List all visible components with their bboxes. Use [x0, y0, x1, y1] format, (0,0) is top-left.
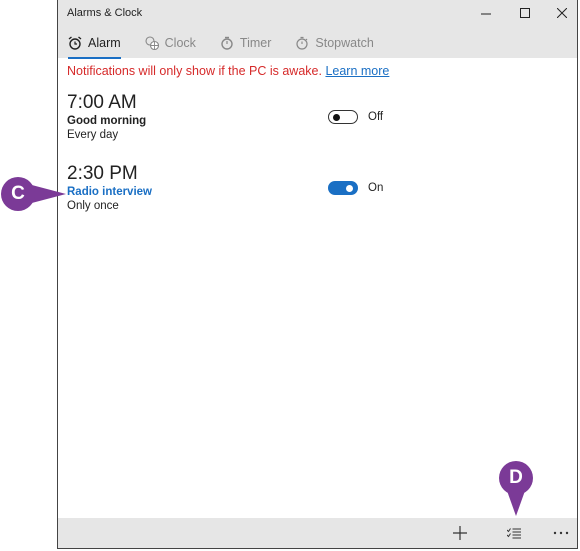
- timer-icon: [221, 36, 233, 50]
- toggle-switch-on[interactable]: [328, 181, 358, 195]
- alarm-time: 2:30 PM: [67, 163, 138, 184]
- close-button[interactable]: [547, 3, 577, 23]
- tab-bar: Alarm Clock Timer Stopwatch: [68, 32, 398, 59]
- add-icon: [453, 526, 467, 540]
- close-icon: [557, 8, 567, 18]
- more-options-button[interactable]: [547, 522, 575, 544]
- tab-label: Timer: [239, 36, 272, 50]
- alarm-repeat: Every day: [67, 129, 119, 141]
- callout-d: D: [497, 460, 537, 520]
- callout-letter: D: [499, 461, 533, 495]
- maximize-icon: [520, 8, 530, 18]
- world-clock-icon: [145, 36, 159, 50]
- tab-timer[interactable]: Timer: [220, 32, 271, 54]
- tab-label: Clock: [164, 36, 196, 50]
- command-bar: [58, 518, 577, 548]
- learn-more-link[interactable]: Learn more: [325, 64, 389, 78]
- title-bar: Alarms & Clock Alarm Clock Timer Stopwat…: [58, 0, 577, 59]
- maximize-button[interactable]: [510, 3, 540, 23]
- alarm-toggle-radio-interview[interactable]: On: [328, 181, 383, 195]
- tab-label: Stopwatch: [315, 36, 374, 50]
- alarm-name: Good morning: [67, 115, 147, 127]
- select-alarms-button[interactable]: [500, 522, 528, 544]
- alarm-item[interactable]: 7:00 AM Good morning Every day: [67, 92, 146, 141]
- stopwatch-icon: [296, 36, 309, 50]
- alarm-item[interactable]: 2:30 PM Radio interview Only once: [67, 163, 152, 212]
- tab-alarm[interactable]: Alarm: [68, 32, 121, 59]
- alarm-toggle-good-morning[interactable]: Off: [328, 110, 383, 124]
- alarm-clock-icon: [68, 36, 82, 50]
- toggle-switch-off[interactable]: [328, 110, 358, 124]
- notification-warning: Notifications will only show if the PC i…: [67, 64, 389, 78]
- alarm-repeat: Only once: [67, 200, 119, 212]
- alarm-name: Radio interview: [67, 186, 152, 198]
- more-icon: [553, 531, 569, 535]
- minimize-icon: [481, 13, 491, 15]
- tab-stopwatch[interactable]: Stopwatch: [295, 32, 374, 54]
- toggle-state-label: Off: [368, 111, 384, 123]
- callout-c: C: [0, 176, 70, 212]
- tab-clock[interactable]: Clock: [145, 32, 196, 54]
- minimize-button[interactable]: [471, 3, 501, 23]
- select-multiple-icon: [507, 528, 521, 539]
- callout-letter: C: [1, 177, 35, 211]
- add-alarm-button[interactable]: [446, 522, 474, 544]
- app-title: Alarms & Clock: [67, 7, 143, 19]
- notice-text: Notifications will only show if the PC i…: [67, 64, 322, 78]
- tab-label: Alarm: [88, 36, 121, 50]
- toggle-state-label: On: [368, 182, 384, 194]
- alarm-time: 7:00 AM: [67, 92, 137, 113]
